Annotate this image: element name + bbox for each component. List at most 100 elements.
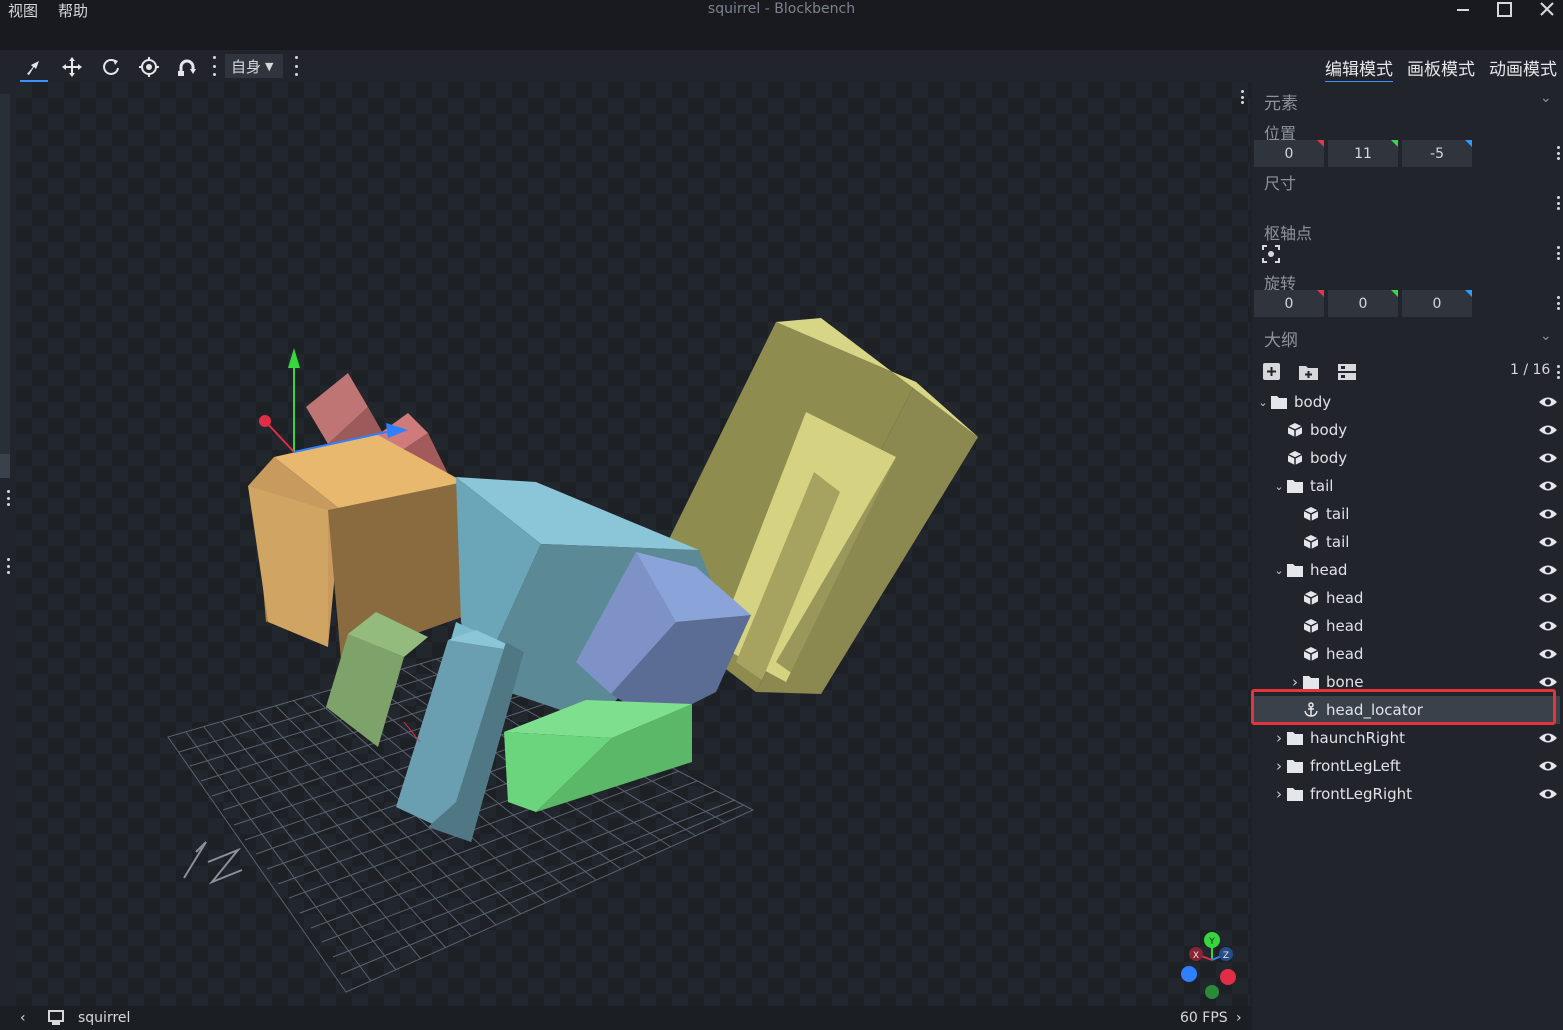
tab-paint-mode[interactable]: 画板模式 <box>1407 55 1475 80</box>
chevron-down-icon[interactable]: ⌄ <box>1272 480 1286 493</box>
window-title: squirrel - Blockbench <box>707 1 856 17</box>
tab-edit-mode[interactable]: 编辑模式 <box>1325 55 1393 83</box>
chevron-down-icon[interactable]: ⌄ <box>1272 564 1286 577</box>
outliner-row-body[interactable]: ⌄ body <box>1254 388 1560 416</box>
outliner-row-head[interactable]: head <box>1254 584 1560 612</box>
outliner-item-name: head <box>1310 561 1348 579</box>
outliner-row-frontLegRight[interactable]: › frontLegRight <box>1254 780 1560 808</box>
3d-viewport[interactable]: Y X Z <box>16 82 1250 1006</box>
model-scene[interactable]: Y X Z <box>16 82 1250 1006</box>
outliner-count: 1 / 16 <box>1510 362 1551 378</box>
outliner-row-head[interactable]: ⌄ head <box>1254 556 1560 584</box>
eye-icon[interactable] <box>1538 478 1558 494</box>
move-tool-icon[interactable] <box>20 54 48 82</box>
selection-highlight <box>1251 689 1556 725</box>
chevron-down-icon[interactable]: ⌄ <box>1540 90 1552 106</box>
folder-icon <box>1286 478 1304 494</box>
outliner-item-name: haunchRight <box>1310 729 1405 747</box>
transform-space-value: 自身 <box>231 57 262 76</box>
position-y-value: 11 <box>1354 145 1372 162</box>
chevron-down-icon[interactable]: ⌄ <box>1256 396 1270 409</box>
outliner-row-body[interactable]: body <box>1254 416 1560 444</box>
maximize-icon[interactable] <box>1495 0 1515 20</box>
rotate-tool-icon[interactable] <box>97 54 125 80</box>
outliner-menu-icon[interactable] <box>1555 365 1561 379</box>
eye-icon[interactable] <box>1538 618 1558 634</box>
view-axis-y-label: Y <box>1208 937 1215 947</box>
outliner-row-tail[interactable]: ⌄ tail <box>1254 472 1560 500</box>
close-icon[interactable] <box>1537 0 1557 20</box>
folder-icon <box>1286 786 1304 802</box>
eye-icon[interactable] <box>1538 394 1558 410</box>
outliner-row-tail[interactable]: tail <box>1254 500 1560 528</box>
chevron-right-icon[interactable]: › <box>1272 785 1286 803</box>
outliner-row-head[interactable]: head <box>1254 612 1560 640</box>
eye-icon[interactable] <box>1538 450 1558 466</box>
eye-icon[interactable] <box>1538 422 1558 438</box>
chevron-right-icon[interactable]: › <box>1272 757 1286 775</box>
eye-icon[interactable] <box>1538 590 1558 606</box>
view-axis-x-label: X <box>1193 951 1199 961</box>
view-axis-gizmo[interactable]: Y X Z <box>1181 932 1236 999</box>
folder-icon <box>1302 674 1320 690</box>
eye-icon[interactable] <box>1538 730 1558 746</box>
left-panel-strip[interactable] <box>0 82 16 1006</box>
toolbar-more-icon-2[interactable] <box>293 56 299 76</box>
cube-icon <box>1286 422 1304 438</box>
foot-green-cube[interactable] <box>504 700 692 812</box>
eye-icon[interactable] <box>1538 646 1558 662</box>
eye-icon[interactable] <box>1538 758 1558 774</box>
compass-marker <box>183 841 207 879</box>
outliner-row-frontLegLeft[interactable]: › frontLegLeft <box>1254 752 1560 780</box>
cube-icon <box>1302 534 1320 550</box>
pivot-tool-icon[interactable] <box>135 54 163 80</box>
tab-animate-mode[interactable]: 动画模式 <box>1489 55 1557 80</box>
position-menu-icon[interactable] <box>1555 146 1561 160</box>
collapse-all-icon[interactable] <box>1337 362 1357 382</box>
add-group-icon[interactable] <box>1298 362 1318 382</box>
eye-icon[interactable] <box>1538 534 1558 550</box>
eye-icon[interactable] <box>1538 674 1558 690</box>
size-menu-icon[interactable] <box>1555 196 1561 210</box>
rotation-z-input[interactable]: 0 <box>1402 290 1472 317</box>
vertex-snap-icon[interactable] <box>173 54 201 80</box>
position-z-input[interactable]: -5 <box>1402 140 1472 167</box>
chevron-down-icon: ▼ <box>265 59 274 73</box>
outliner-row-tail[interactable]: tail <box>1254 528 1560 556</box>
head-cube[interactable] <box>248 434 464 660</box>
element-panel-title: 元素 <box>1264 94 1298 114</box>
chevron-right-icon[interactable]: › <box>1272 729 1286 747</box>
chevron-right-icon[interactable]: › <box>1236 1010 1242 1026</box>
outliner-row-head[interactable]: head <box>1254 640 1560 668</box>
rotation-menu-icon[interactable] <box>1555 296 1561 310</box>
minimize-icon[interactable] <box>1453 0 1473 20</box>
chevron-left-icon[interactable]: ‹ <box>20 1010 26 1026</box>
translate-tool-icon[interactable] <box>58 54 86 80</box>
viewport-menu-icon[interactable] <box>1239 90 1245 104</box>
cube-icon <box>1302 506 1320 522</box>
status-model-name: squirrel <box>78 1010 131 1026</box>
position-x-input[interactable]: 0 <box>1254 140 1324 167</box>
pivot-center-icon[interactable] <box>1262 245 1280 263</box>
position-y-input[interactable]: 11 <box>1328 140 1398 167</box>
outliner-row-body[interactable]: body <box>1254 444 1560 472</box>
pivot-label: 枢轴点 <box>1264 224 1313 243</box>
add-cube-icon[interactable] <box>1262 362 1282 382</box>
eye-icon[interactable] <box>1538 506 1558 522</box>
folder-icon <box>1286 730 1304 746</box>
position-z-value: -5 <box>1430 145 1444 162</box>
outliner-item-name: frontLegRight <box>1310 785 1413 803</box>
pivot-menu-icon[interactable] <box>1555 246 1561 260</box>
outliner-item-name: tail <box>1326 505 1350 523</box>
eye-icon[interactable] <box>1538 786 1558 802</box>
toolbar-more-icon[interactable] <box>211 56 217 76</box>
rotation-x-input[interactable]: 0 <box>1254 290 1324 317</box>
transform-space-select[interactable]: 自身 ▼ <box>225 54 283 78</box>
chevron-down-icon[interactable]: ⌄ <box>1540 328 1552 344</box>
eye-icon[interactable] <box>1538 562 1558 578</box>
outliner-item-name: head <box>1326 645 1364 663</box>
view-axis-z-label: Z <box>1223 951 1229 961</box>
folder-icon <box>1270 394 1288 410</box>
outliner-row-haunchRight[interactable]: › haunchRight <box>1254 724 1560 752</box>
rotation-y-input[interactable]: 0 <box>1328 290 1398 317</box>
